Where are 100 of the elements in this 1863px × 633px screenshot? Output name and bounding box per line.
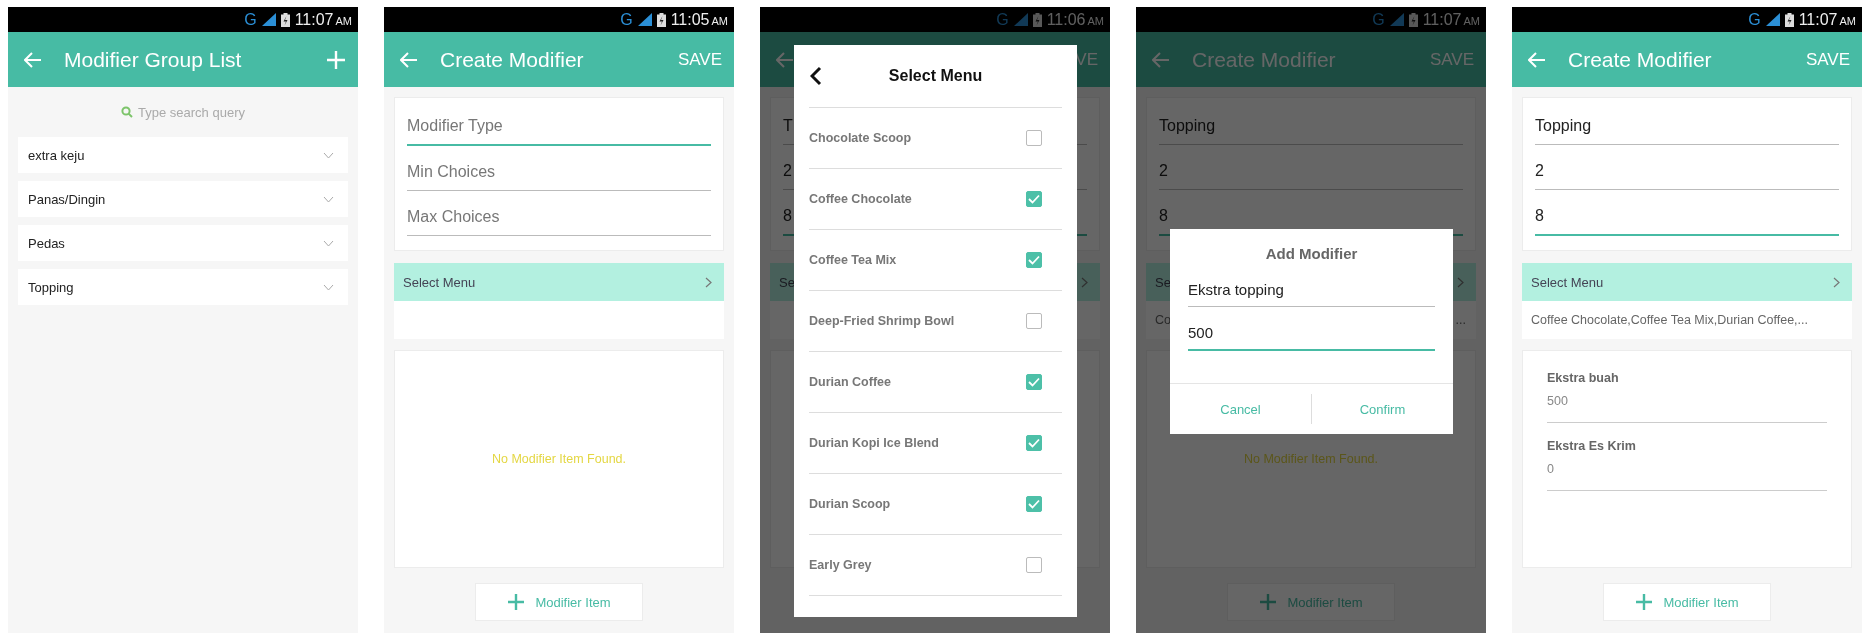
network-type: G bbox=[1748, 10, 1761, 29]
input-field[interactable]: 8 bbox=[1535, 198, 1839, 236]
back-chevron-icon[interactable] bbox=[810, 66, 822, 86]
checkbox[interactable] bbox=[1026, 435, 1042, 451]
network-type: G bbox=[244, 10, 257, 29]
back-arrow-icon[interactable] bbox=[400, 51, 418, 68]
chevron-right-icon[interactable] bbox=[1457, 276, 1464, 288]
add-modifier-item-button[interactable]: Modifier Item bbox=[1603, 583, 1771, 621]
group-name: Pedas bbox=[28, 235, 65, 251]
item-name: Ekstra Es Krim bbox=[1547, 439, 1637, 453]
dialog-button[interactable]: Cancel bbox=[1170, 389, 1311, 429]
selected-menu-text: Co bbox=[1155, 313, 1171, 327]
group-row[interactable]: extra keju bbox=[18, 137, 348, 173]
input-field[interactable]: 2 bbox=[1159, 153, 1463, 190]
signal-icon bbox=[1765, 13, 1780, 26]
input-field[interactable]: Max Choices bbox=[407, 199, 711, 236]
selected-menu-text: Coffee Chocolate,Coffee Tea Mix,Durian Coffee,... bbox=[1531, 313, 1808, 327]
clock-time: 11:05 bbox=[670, 10, 710, 29]
input-field[interactable]: 2 bbox=[1535, 153, 1839, 190]
network-type: G bbox=[620, 10, 633, 29]
select-menu-label: Select Menu bbox=[1531, 274, 1604, 290]
select-menu-label: Se bbox=[1155, 274, 1171, 290]
chevron-right-icon[interactable] bbox=[1081, 276, 1088, 288]
search-placeholder: Type search query bbox=[138, 104, 245, 120]
back-arrow-icon[interactable] bbox=[776, 51, 794, 68]
clock-period: AM bbox=[335, 14, 352, 27]
dialog-button[interactable]: Confirm bbox=[1312, 389, 1453, 429]
plus-icon[interactable] bbox=[1635, 593, 1654, 611]
input-field[interactable]: Topping bbox=[1159, 108, 1463, 145]
save-button[interactable]: SAVE bbox=[1805, 49, 1850, 70]
screen-title: Create Modifier bbox=[440, 47, 584, 72]
group-row[interactable]: Topping bbox=[18, 269, 348, 305]
input-field[interactable]: Topping bbox=[1535, 108, 1839, 145]
checkbox[interactable] bbox=[1026, 130, 1042, 146]
add-modifier-item-button[interactable]: Modifier Item bbox=[475, 583, 643, 621]
checkbox[interactable] bbox=[1026, 313, 1042, 329]
item-price: 0 bbox=[1547, 462, 1555, 476]
chevron-right-icon[interactable] bbox=[1833, 276, 1840, 288]
chevron-down-icon[interactable] bbox=[323, 239, 334, 247]
menu-option[interactable]: Durian Scoop bbox=[809, 473, 1062, 534]
menu-option[interactable]: Durian Coffee bbox=[809, 351, 1062, 412]
plus-icon[interactable] bbox=[507, 593, 526, 611]
menu-name: Durian Coffee bbox=[809, 375, 891, 389]
chevron-down-icon[interactable] bbox=[323, 195, 334, 203]
menu-name: Chocolate Scoop bbox=[809, 131, 912, 145]
check-icon bbox=[1028, 377, 1040, 387]
menu-option[interactable]: Early Grey bbox=[809, 534, 1062, 596]
chevron-right-icon[interactable] bbox=[705, 276, 712, 288]
plus-icon[interactable] bbox=[1259, 593, 1278, 611]
group-name: extra keju bbox=[28, 147, 85, 163]
clock-time: 11:07 bbox=[1798, 10, 1838, 29]
back-arrow-icon[interactable] bbox=[24, 51, 42, 68]
menu-name: Coffee Tea Mix bbox=[809, 253, 897, 267]
check-icon bbox=[1028, 255, 1040, 265]
clock-period: AM bbox=[1463, 14, 1480, 27]
input-field[interactable]: 500 bbox=[1188, 315, 1435, 351]
signal-icon bbox=[1389, 13, 1404, 26]
input-field[interactable]: Min Choices bbox=[407, 154, 711, 191]
group-name: Panas/Dingin bbox=[28, 191, 106, 207]
menu-option[interactable]: Coffee Chocolate bbox=[809, 168, 1062, 229]
select-menu-row[interactable]: Select Menu bbox=[1522, 263, 1852, 301]
checkbox[interactable] bbox=[1026, 252, 1042, 268]
signal-icon bbox=[637, 13, 652, 26]
clock-period: AM bbox=[1087, 14, 1104, 27]
search-icon bbox=[121, 106, 133, 118]
empty-message: No Modifier Item Found. bbox=[1243, 452, 1379, 466]
checkbox[interactable] bbox=[1026, 191, 1042, 207]
checkbox[interactable] bbox=[1026, 374, 1042, 390]
battery-icon bbox=[656, 12, 666, 27]
select-menu-label: Se bbox=[779, 274, 795, 290]
check-icon bbox=[1028, 194, 1040, 204]
selected-menu-text: ... bbox=[1455, 313, 1466, 327]
item-name: Ekstra buah bbox=[1547, 371, 1620, 385]
chevron-down-icon[interactable] bbox=[323, 283, 334, 291]
group-row[interactable]: Panas/Dingin bbox=[18, 181, 348, 217]
add-icon[interactable] bbox=[326, 49, 346, 70]
clock-time: 11:07 bbox=[294, 10, 334, 29]
item-price: 500 bbox=[1547, 394, 1569, 408]
screen-title: Modifier Group List bbox=[64, 47, 242, 72]
back-arrow-icon[interactable] bbox=[1528, 51, 1546, 68]
save-button[interactable]: SAVE bbox=[677, 49, 722, 70]
input-field[interactable]: Modifier Type bbox=[407, 108, 711, 146]
select-menu-row[interactable]: Select Menu bbox=[394, 263, 724, 301]
clock-period: AM bbox=[711, 14, 728, 27]
group-row[interactable]: Pedas bbox=[18, 225, 348, 261]
dialog-title: Add Modifier bbox=[1264, 244, 1359, 264]
checkbox[interactable] bbox=[1026, 557, 1042, 573]
empty-message: No Modifier Item Found. bbox=[491, 452, 627, 466]
menu-option[interactable]: Coffee Tea Mix bbox=[809, 229, 1062, 290]
network-type: G bbox=[996, 10, 1009, 29]
screen-title: Create Modifier bbox=[1192, 47, 1336, 72]
chevron-down-icon[interactable] bbox=[323, 151, 334, 159]
network-type: G bbox=[1372, 10, 1385, 29]
back-arrow-icon[interactable] bbox=[1152, 51, 1170, 68]
input-field[interactable]: Ekstra topping bbox=[1188, 272, 1435, 307]
battery-icon bbox=[1032, 12, 1042, 27]
menu-option[interactable]: Durian Kopi Ice Blend bbox=[809, 412, 1062, 473]
checkbox[interactable] bbox=[1026, 496, 1042, 512]
menu-option[interactable]: Deep-Fried Shrimp Bowl bbox=[809, 290, 1062, 351]
menu-option[interactable]: Chocolate Scoop bbox=[809, 107, 1062, 168]
